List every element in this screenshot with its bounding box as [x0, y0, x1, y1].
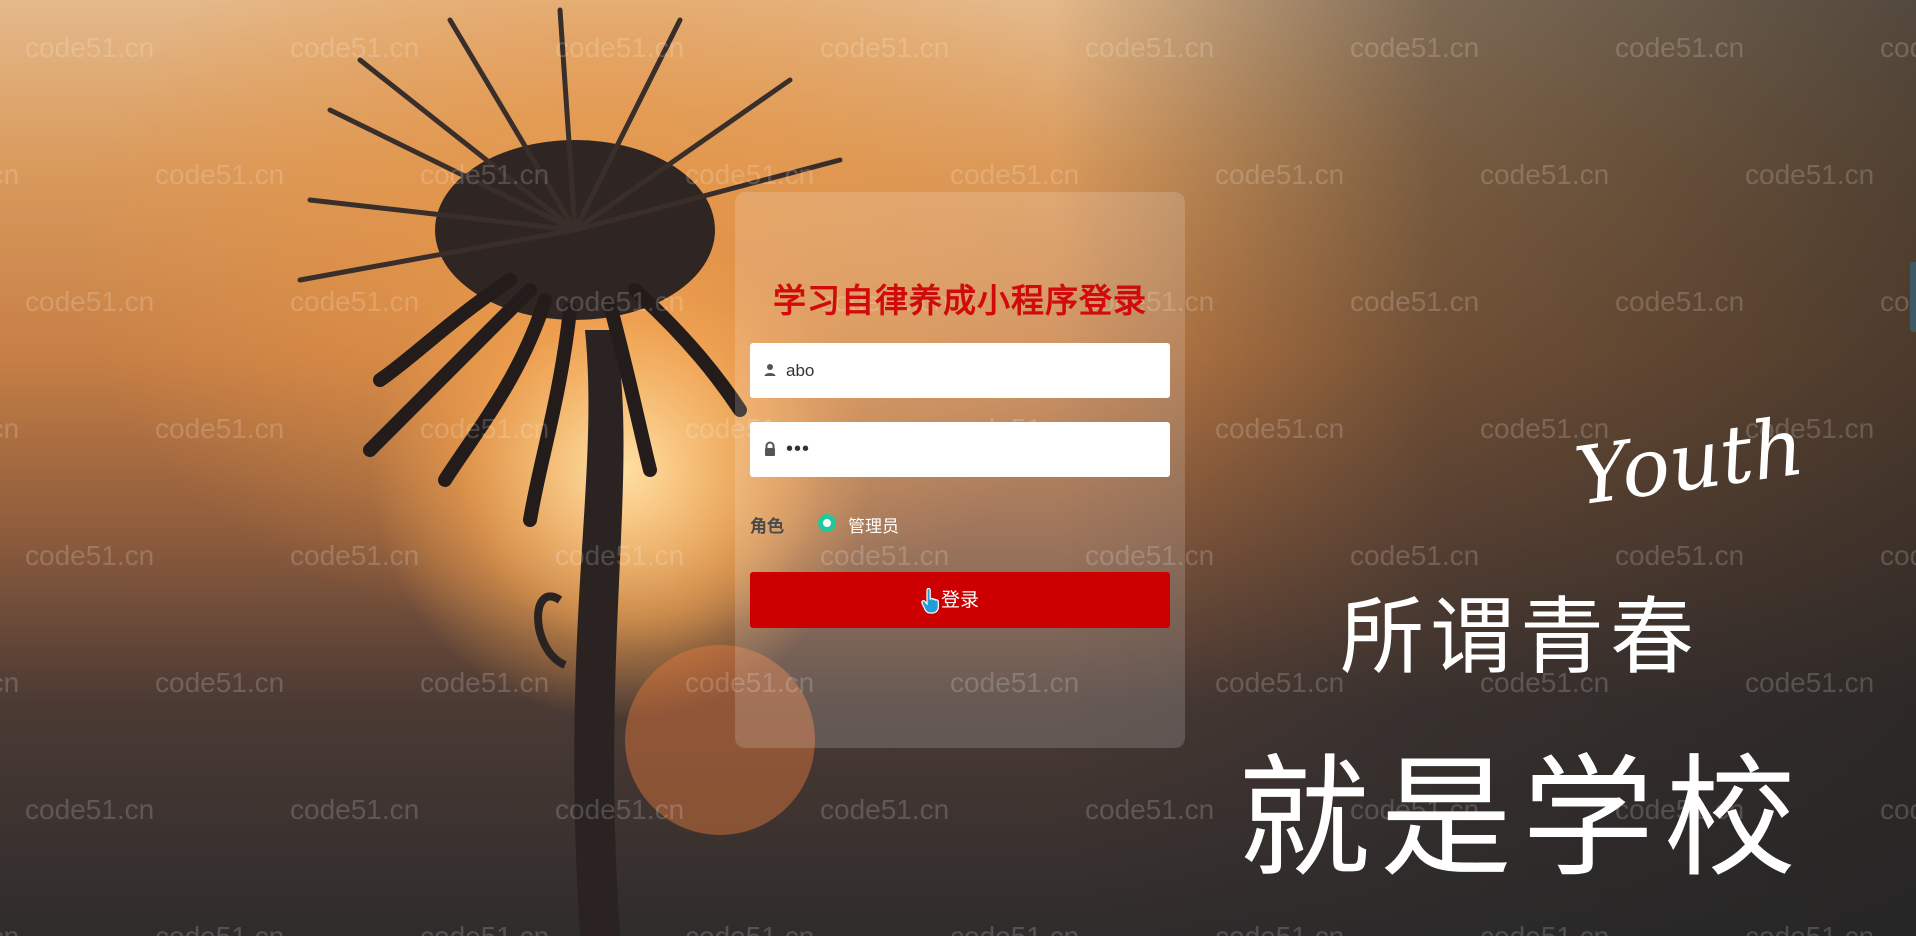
password-input[interactable] [786, 422, 1156, 477]
password-field[interactable] [750, 422, 1170, 477]
username-input[interactable] [786, 343, 1156, 398]
slogan-line-2: 就是学校 [1238, 742, 1806, 896]
username-field[interactable] [750, 343, 1170, 398]
role-radio-admin[interactable] [818, 514, 836, 532]
role-label: 角色 [750, 517, 784, 537]
lock-icon [765, 441, 775, 456]
login-button-label: 登录 [940, 589, 979, 611]
role-selector: 角色 管理员 [750, 508, 1170, 538]
login-button[interactable]: 登录 [750, 572, 1170, 628]
login-title: 学习自律养成小程序登录 [773, 281, 1147, 320]
user-icon [764, 364, 776, 376]
role-option-label[interactable]: 管理员 [848, 512, 899, 537]
login-page: code51.cn code51.cn code51.cn code51.cn code… [0, 0, 1916, 936]
slogan-line-1: 所谓青春 [1340, 588, 1701, 686]
side-scroll-tab[interactable] [1910, 262, 1916, 332]
login-card: 学习自律养成小程序登录 角色 管理员 登录 [735, 192, 1185, 748]
